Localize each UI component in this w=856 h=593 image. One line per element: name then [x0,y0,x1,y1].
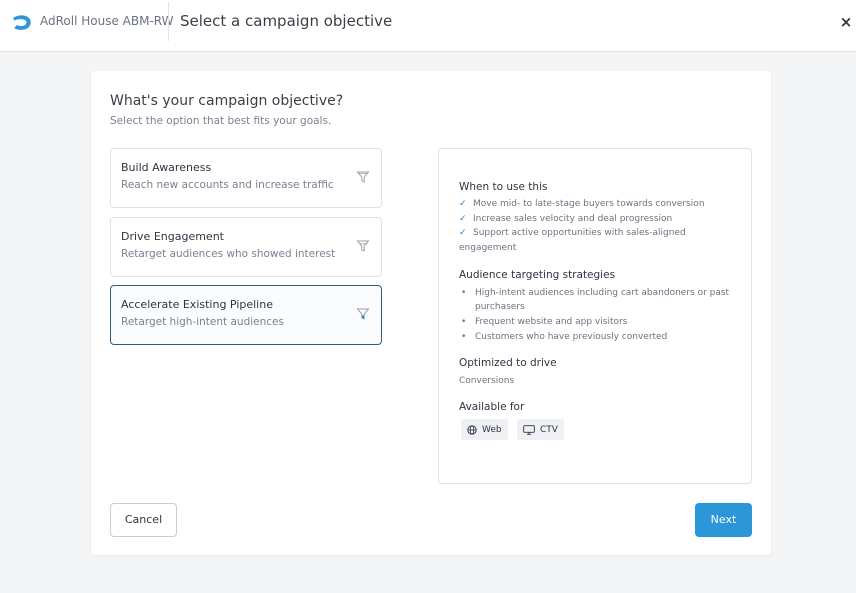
option-drive-engagement[interactable]: Drive Engagement Retarget audiences who … [110,217,382,277]
option-title: Drive Engagement [121,230,224,243]
optimized-value: Conversions [459,376,515,386]
option-accelerate-pipeline[interactable]: Accelerate Existing Pipeline Retarget hi… [110,285,382,345]
channel-label: Web [482,424,502,435]
option-description: Retarget high-intent audiences [121,316,284,328]
next-button[interactable]: Next [695,503,752,537]
adroll-logo-icon [13,15,31,30]
header-divider [168,2,169,41]
check-icon: ✓ [459,214,467,224]
check-icon: ✓ [459,228,467,238]
objective-detail-panel: When to use this ✓ Move mid- to late-stag… [438,148,752,484]
option-description: Reach new accounts and increase traffic [121,179,334,191]
page-title: Select a campaign objective [180,12,393,30]
close-icon[interactable]: × [838,13,854,31]
when-item: ✓ Support active opportunities with sales… [459,228,686,238]
cancel-button[interactable]: Cancel [110,503,177,537]
question-subtitle: Select the option that best fits your go… [110,115,332,127]
when-to-use-heading: When to use this [459,181,548,193]
funnel-icon [356,171,370,183]
channel-chip-web: Web [461,419,508,440]
question-title: What's your campaign objective? [110,93,344,109]
when-item: ✓ Increase sales velocity and deal progre… [459,214,673,224]
account-name[interactable]: AdRoll House ABM-RW [40,13,174,29]
option-title: Accelerate Existing Pipeline [121,298,273,311]
option-title: Build Awareness [121,161,212,174]
top-bar: AdRoll House ABM-RW Select a campaign ob… [0,0,856,52]
bullet-icon: • [461,332,467,342]
available-heading: Available for [459,401,525,413]
when-item-continued: engagement [459,243,517,253]
channel-label: CTV [540,424,558,435]
bullet-icon: • [461,288,467,298]
channel-chip-ctv: CTV [517,419,564,440]
objective-card: What's your campaign objective? Select t… [91,71,771,555]
strategy-item: • Frequent website and app visitors [461,317,628,327]
option-description: Retarget audiences who showed interest [121,248,336,260]
funnel-icon [356,240,370,252]
funnel-icon [356,308,370,320]
strategy-item: • Customers who have previously converted [461,332,668,342]
strategies-heading: Audience targeting strategies [459,269,616,281]
monitor-icon [523,424,535,435]
option-build-awareness[interactable]: Build Awareness Reach new accounts and i… [110,148,382,208]
globe-icon [467,424,477,435]
strategy-item-continued: purchasers [475,302,525,312]
when-item: ✓ Move mid- to late-stage buyers towards … [459,199,705,209]
strategy-item: • High-intent audiences including cart ab… [461,288,730,298]
optimized-heading: Optimized to drive [459,357,557,369]
check-icon: ✓ [459,199,467,209]
bullet-icon: • [461,317,467,327]
